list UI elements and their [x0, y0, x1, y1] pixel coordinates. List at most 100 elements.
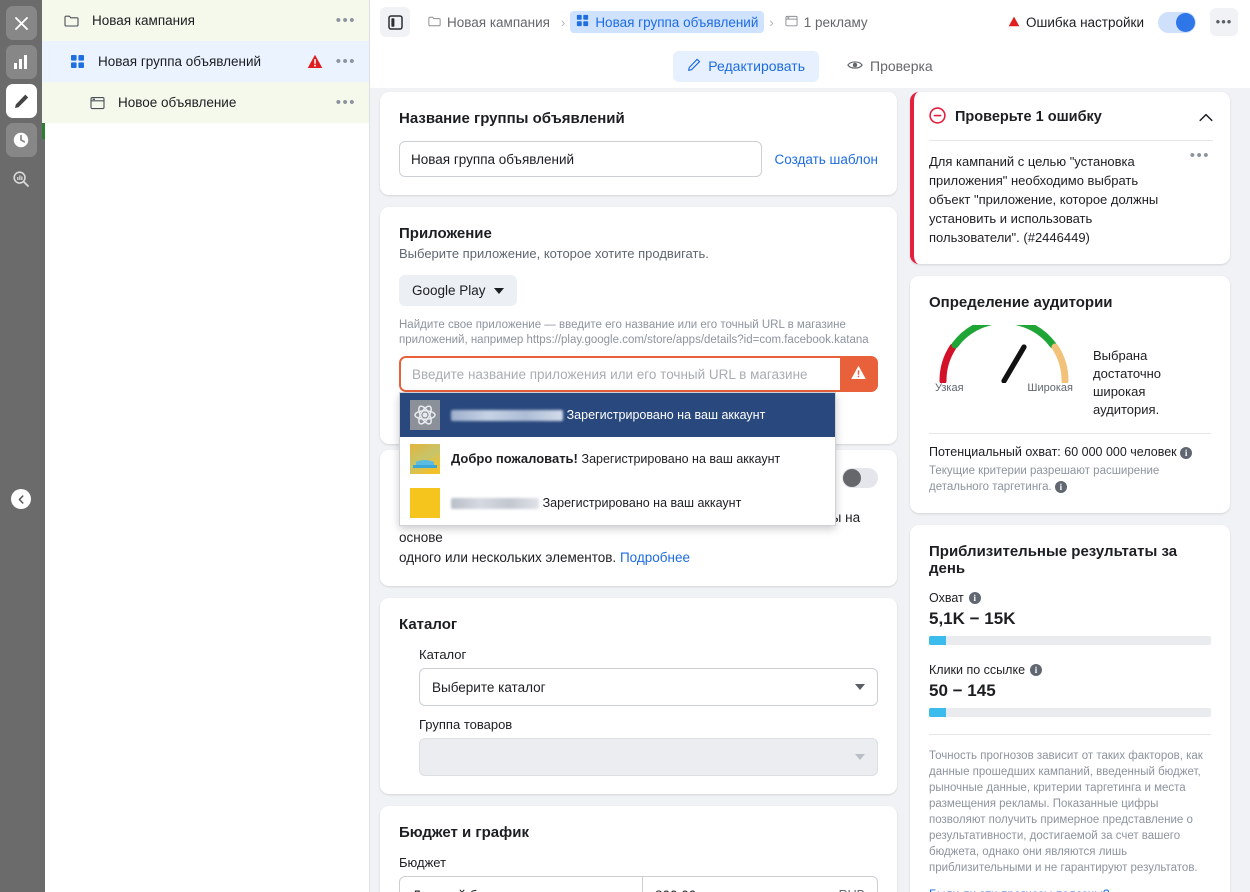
creative-variations-toggle[interactable] — [842, 468, 878, 488]
create-template-link[interactable]: Создать шаблон — [774, 152, 878, 167]
tab-review[interactable]: Проверка — [833, 51, 947, 81]
gradient-thumb — [410, 444, 440, 474]
metric-block: Клики по ссылке i 50 − 145 — [929, 663, 1211, 717]
info-icon[interactable]: i — [969, 592, 981, 604]
magnifier-chart-icon[interactable] — [6, 162, 37, 196]
clock-icon[interactable] — [6, 123, 37, 157]
budget-title: Бюджет и график — [399, 824, 878, 841]
chevron-down-icon — [855, 754, 865, 760]
budget-row: Дневной бюджет 800,00 р. RUB — [399, 876, 878, 892]
budget-card: Бюджет и график Бюджет Дневной бюджет 80… — [380, 806, 897, 892]
tree-item-menu-icon[interactable]: ••• — [333, 99, 359, 107]
setup-error-label: Ошибка настройки — [1026, 15, 1144, 30]
campaign-tree-sidebar: Новая кампания ••• Новая группа объявлен… — [42, 0, 370, 892]
toggle-knob — [1176, 13, 1195, 32]
info-icon[interactable]: i — [1055, 481, 1067, 493]
breadcrumb-campaign[interactable]: Новая кампания — [422, 12, 556, 33]
app-suggestion-name — [451, 495, 539, 510]
app-search-error-button[interactable] — [840, 358, 876, 390]
tree-item-adset[interactable]: Новая группа объявлений ••• — [42, 41, 369, 82]
close-icon[interactable] — [6, 6, 37, 40]
tree-item-menu-icon[interactable]: ••• — [333, 58, 359, 66]
audience-title: Определение аудитории — [929, 294, 1211, 311]
topbar-more-icon[interactable]: ••• — [1210, 8, 1238, 36]
app-suggestion-item[interactable]: Зарегистрировано на ваш аккаунт — [400, 481, 835, 525]
tree-item-label: Новая группа объявлений — [98, 54, 307, 69]
audience-gauge-labels: Узкая Широкая — [929, 382, 1079, 394]
info-icon[interactable]: i — [1030, 664, 1042, 676]
adset-active-toggle[interactable] — [1158, 12, 1196, 33]
app-suggestion-subtitle: Зарегистрировано на ваш аккаунт — [567, 408, 766, 422]
status-strip — [42, 0, 45, 892]
results-disclaimer: Точность прогнозов зависит от таких факт… — [929, 748, 1211, 876]
store-selector[interactable]: Google Play — [399, 275, 517, 306]
error-review-header: Проверьте 1 ошибку — [929, 107, 1213, 127]
side-panel-icon[interactable] — [380, 7, 410, 37]
results-title: Приблизительные результаты за день — [929, 543, 1211, 577]
creative-more-link[interactable]: Подробнее — [620, 550, 690, 565]
app-search-input[interactable] — [401, 358, 840, 390]
audience-reach-sub: Текущие критерии разрешают расширение де… — [929, 463, 1211, 495]
setup-error-flag: Ошибка настройки — [1008, 15, 1144, 30]
catalog-select-value: Выберите каталог — [432, 680, 546, 695]
store-selector-label: Google Play — [412, 283, 486, 298]
info-icon[interactable]: i — [1180, 447, 1192, 459]
tree-item-campaign[interactable]: Новая кампания ••• — [42, 0, 369, 41]
tree-item-label: Новая кампания — [92, 13, 333, 28]
tab-edit[interactable]: Редактировать — [673, 51, 819, 82]
catalog-card: Каталог Каталог Выберите каталог Группа … — [380, 598, 897, 794]
chevron-left-icon[interactable] — [11, 489, 31, 509]
metric-value: 5,1K − 15K — [929, 609, 1211, 629]
app-suggestion-item[interactable]: Зарегистрировано на ваш аккаунт — [400, 393, 835, 437]
grid-squares-icon — [576, 14, 589, 30]
budget-amount-value: 800,00 р. — [655, 888, 711, 892]
atom-icon — [410, 400, 440, 430]
folder-icon — [64, 14, 84, 27]
error-review-body: Для кампаний с целью "установка приложен… — [929, 152, 1213, 247]
gauge-right-label: Широкая — [1027, 382, 1073, 394]
app-suggestion-item[interactable]: Добро пожаловать! Зарегистрировано на ва… — [400, 437, 835, 481]
tree-item-label: Новое объявление — [118, 95, 333, 110]
chevron-up-icon[interactable] — [1199, 110, 1213, 125]
budget-type-select[interactable]: Дневной бюджет — [400, 877, 643, 892]
results-feedback-link[interactable]: Были ли эти прогнозы полезны? — [929, 887, 1110, 892]
tree-item-ad[interactable]: Новое объявление ••• — [42, 82, 369, 123]
form-column: Название группы объявлений Создать шабло… — [380, 92, 897, 892]
app-root: Новая кампания ••• Новая группа объявлен… — [0, 0, 1250, 892]
catalog-select[interactable]: Выберите каталог — [419, 668, 878, 706]
app-suggestion-name — [451, 407, 563, 422]
breadcrumb-separator: › — [561, 15, 565, 30]
breadcrumb-adset[interactable]: Новая группа объявлений — [570, 11, 764, 33]
main-area: Новая кампания › Новая группа объявлений… — [370, 0, 1250, 892]
catalog-title: Каталог — [399, 616, 878, 633]
chart-bar-icon[interactable] — [6, 45, 37, 79]
breadcrumb-ads[interactable]: 1 рекламу — [779, 12, 874, 33]
app-search-row — [399, 356, 878, 392]
mode-tabs: Редактировать Проверка — [370, 44, 1250, 88]
error-item-menu-icon[interactable]: ••• — [1187, 152, 1213, 247]
warning-triangle-icon — [307, 54, 323, 69]
app-suggestion-subtitle: Зарегистрировано на ваш аккаунт — [582, 452, 781, 466]
audience-reach-sub-text: Текущие критерии разрешают расширение де… — [929, 465, 1159, 493]
pencil-icon — [687, 58, 701, 75]
app-card: Приложение Выберите приложение, которое … — [380, 207, 897, 444]
yellow-thumb — [410, 488, 440, 518]
catalog-field-label: Каталог — [419, 647, 878, 662]
adset-name-input[interactable] — [399, 141, 762, 177]
ad-card-icon — [785, 15, 798, 30]
budget-type-value: Дневной бюджет — [412, 888, 517, 892]
chevron-down-icon — [494, 288, 504, 294]
warning-triangle-icon — [850, 365, 867, 383]
app-suggestions-dropdown: Зарегистрировано на ваш аккаунт Добро по… — [399, 392, 836, 526]
audience-reach-line: Потенциальный охват: 60 000 000 человек … — [929, 443, 1211, 461]
metric-label: Охват — [929, 591, 964, 605]
error-circle-icon — [929, 107, 946, 127]
budget-amount-input[interactable]: 800,00 р. RUB — [643, 877, 877, 892]
app-title: Приложение — [399, 225, 878, 242]
tree-item-menu-icon[interactable]: ••• — [333, 17, 359, 25]
chevron-down-icon — [855, 684, 865, 690]
app-suggestion-text: Зарегистрировано на ваш аккаунт — [451, 407, 765, 423]
pencil-icon[interactable] — [6, 84, 37, 118]
app-search-hint: Найдите свое приложение — введите его на… — [399, 318, 878, 348]
budget-currency: RUB — [839, 888, 865, 892]
